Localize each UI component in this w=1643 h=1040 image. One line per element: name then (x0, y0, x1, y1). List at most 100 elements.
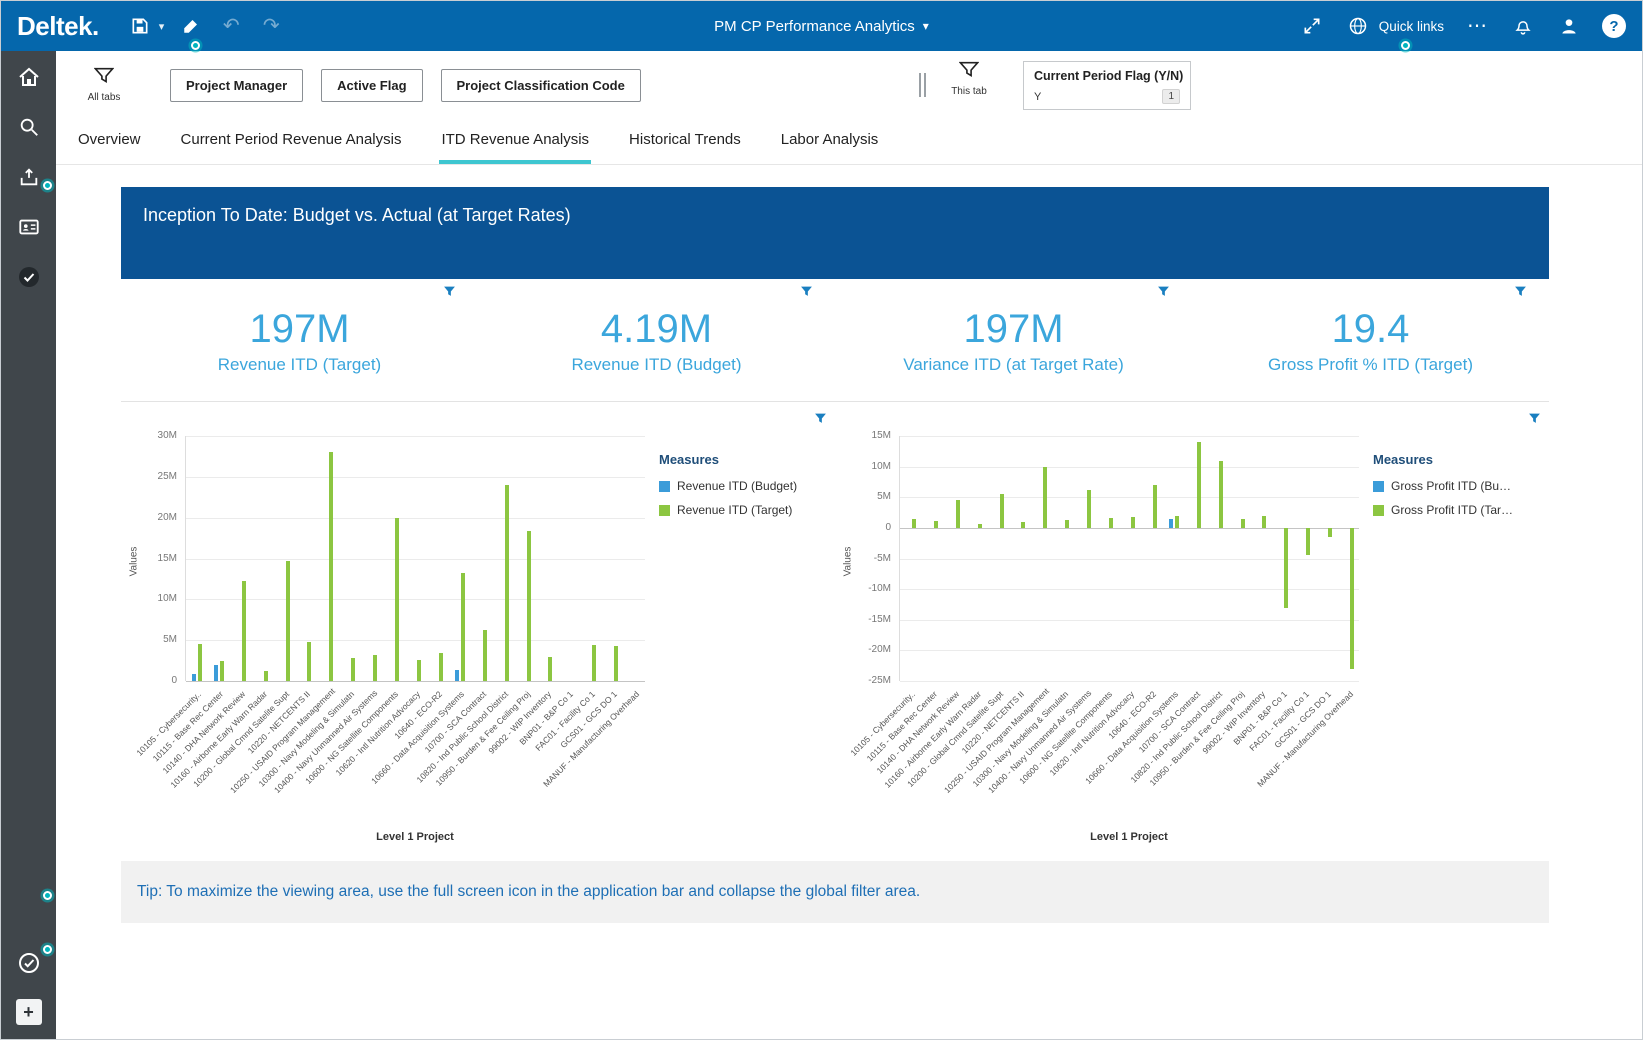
status-check-circle-icon[interactable] (15, 263, 43, 291)
bar-target[interactable] (1218, 460, 1223, 528)
bar-budget[interactable] (213, 664, 218, 681)
bar-target[interactable] (911, 518, 916, 528)
legend-item-target[interactable]: Revenue ITD (Target) (659, 503, 821, 517)
bar-target[interactable] (1328, 527, 1333, 538)
coach-mark-dot[interactable] (43, 945, 52, 954)
bar-target[interactable] (329, 452, 334, 681)
quick-links[interactable]: Quick links (1345, 13, 1444, 39)
help-icon[interactable]: ? (1602, 14, 1626, 38)
bar-target[interactable] (592, 645, 597, 681)
add-plus-icon[interactable]: + (15, 999, 42, 1025)
bar-target[interactable] (1021, 521, 1026, 528)
save-dropdown-chevron-icon[interactable]: ▾ (159, 20, 165, 33)
bar-target[interactable] (1131, 516, 1135, 528)
bar-target[interactable] (977, 524, 982, 528)
all-tabs-filter[interactable]: All tabs (76, 67, 132, 103)
y-tick-label: -20M (868, 644, 891, 656)
filter-button-active-flag[interactable]: Active Flag (321, 68, 423, 102)
redo-icon[interactable]: ↷ (258, 13, 284, 39)
filter-funnel-icon[interactable] (814, 412, 827, 430)
search-icon[interactable] (15, 113, 43, 141)
this-tab-filter[interactable]: This tab (941, 61, 997, 97)
undo-icon[interactable]: ↶ (218, 13, 244, 39)
notifications-bell-icon[interactable] (1510, 13, 1536, 39)
bar-target[interactable] (197, 644, 202, 681)
gross-profit-itd-chart: Values 15M 10M 5M 0 -5M -10M -15M -20M -25M Meas… (835, 406, 1549, 843)
tab-current-period-revenue-analysis[interactable]: Current Period Revenue Analysis (179, 131, 404, 164)
bar-target[interactable] (1306, 527, 1311, 556)
filter-funnel-icon[interactable] (1157, 285, 1170, 303)
filter-button-project-classification-code[interactable]: Project Classification Code (440, 68, 641, 102)
legend-item-budget[interactable]: Gross Profit ITD (Bu… (1373, 479, 1535, 493)
export-icon[interactable] (15, 163, 43, 191)
bar-target[interactable] (999, 494, 1004, 528)
bar-target[interactable] (1196, 442, 1201, 528)
more-options-ellipsis-icon[interactable]: ⋯ (1464, 13, 1490, 39)
bar-target[interactable] (263, 671, 268, 681)
coach-mark-dot[interactable] (191, 41, 200, 50)
bar-target[interactable] (351, 658, 356, 681)
filter-bar-divider-grip[interactable] (919, 73, 926, 97)
home-icon[interactable] (15, 63, 43, 91)
bar-target[interactable] (373, 654, 378, 681)
bar-target[interactable] (307, 641, 312, 681)
tab-overview[interactable]: Overview (76, 131, 143, 164)
legend-swatch (659, 480, 670, 492)
bar-target[interactable] (1350, 527, 1355, 669)
bar-target[interactable] (241, 580, 246, 681)
legend-item-budget[interactable]: Revenue ITD (Budget) (659, 479, 821, 493)
bar-target[interactable] (1174, 516, 1179, 528)
filter-funnel-icon[interactable] (1514, 285, 1527, 303)
bar-target[interactable] (548, 656, 553, 681)
contacts-card-icon[interactable] (15, 213, 43, 241)
gridline (186, 476, 645, 478)
bar-target[interactable] (482, 629, 487, 681)
bar-target[interactable] (1065, 519, 1070, 528)
bar-budget[interactable] (191, 673, 196, 681)
save-icon[interactable] (127, 13, 153, 39)
bar-target[interactable] (438, 653, 443, 681)
bar-target[interactable] (1262, 515, 1267, 528)
current-period-flag-filter-chip[interactable]: Current Period Flag (Y/N) Y 1 (1023, 61, 1191, 110)
bar-target[interactable] (1043, 466, 1048, 528)
bar-budget[interactable] (1168, 518, 1173, 528)
y-axis-title: Values (128, 546, 140, 577)
coach-mark-dot[interactable] (1401, 41, 1410, 50)
filter-funnel-icon[interactable] (443, 285, 456, 303)
filter-chip-value: Y (1034, 90, 1042, 103)
legend-item-target[interactable]: Gross Profit ITD (Tar… (1373, 503, 1535, 517)
fullscreen-expand-icon[interactable] (1299, 13, 1325, 39)
bar-target[interactable] (1109, 518, 1114, 528)
filter-funnel-icon[interactable] (800, 285, 813, 303)
x-labels: 10105 - Cybersecurity.. 10115 - Base Rec … (134, 681, 645, 829)
bar-target[interactable] (395, 517, 400, 681)
bar-target[interactable] (1240, 518, 1245, 528)
edit-pencil-icon[interactable] (178, 13, 204, 39)
bar-target[interactable] (1152, 485, 1157, 528)
tab-itd-revenue-analysis[interactable]: ITD Revenue Analysis (439, 131, 592, 164)
legend-swatch (659, 504, 670, 516)
tab-historical-trends[interactable]: Historical Trends (627, 131, 743, 164)
complete-check-icon[interactable] (15, 949, 43, 977)
tab-labor-analysis[interactable]: Labor Analysis (779, 131, 881, 164)
gridline (186, 558, 645, 560)
bar-target[interactable] (955, 500, 960, 528)
bar-target[interactable] (1087, 489, 1092, 528)
kpi-gross-profit-pct-itd: 19.4 Gross Profit % ITD (Target) (1192, 281, 1549, 401)
user-profile-icon[interactable] (1556, 13, 1582, 39)
bar-budget[interactable] (454, 670, 459, 681)
bar-target[interactable] (285, 560, 290, 681)
bar-target[interactable] (460, 573, 465, 681)
coach-mark-dot[interactable] (43, 181, 52, 190)
bar-target[interactable] (1284, 527, 1289, 608)
bar-target[interactable] (504, 485, 509, 681)
bar-target[interactable] (933, 520, 938, 528)
filter-funnel-icon[interactable] (1528, 412, 1541, 430)
bar-target[interactable] (219, 660, 224, 681)
report-title-selector[interactable]: PM CP Performance Analytics ▾ (714, 18, 929, 35)
bar-target[interactable] (526, 530, 531, 681)
bar-target[interactable] (614, 645, 619, 681)
filter-button-project-manager[interactable]: Project Manager (170, 68, 304, 102)
coach-mark-dot[interactable] (43, 891, 52, 900)
bar-target[interactable] (417, 659, 421, 681)
